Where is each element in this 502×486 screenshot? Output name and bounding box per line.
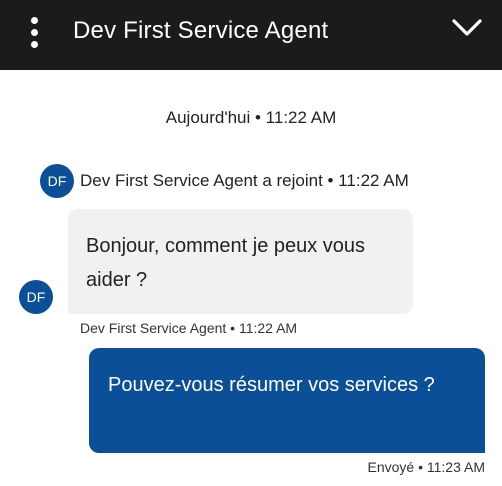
avatar: DF — [40, 164, 74, 198]
ellipsis-dot — [30, 28, 38, 36]
ellipsis-dot — [30, 40, 38, 48]
chevron-down-icon — [452, 19, 482, 36]
chat-header: Dev First Service Agent — [0, 0, 502, 70]
agent-message-meta: Dev First Service Agent • 11:22 AM — [80, 320, 298, 336]
chat-title: Dev First Service Agent — [73, 17, 329, 44]
date-divider: Aujourd'hui • 11:22 AM — [165, 108, 337, 127]
vertical-ellipsis-icon — [30, 16, 38, 24]
agent-joined-notice: Dev First Service Agent a rejoint • 11:2… — [80, 171, 409, 190]
menu-button[interactable] — [22, 14, 46, 50]
avatar: DF — [19, 280, 53, 314]
user-message-meta: Envoyé • 11:23 AM — [367, 459, 486, 475]
user-message-text: Pouvez-vous résumer vos services ? — [108, 374, 435, 396]
user-message-bubble: Pouvez-vous résumer vos services ? — [89, 348, 485, 453]
minimize-button[interactable] — [450, 15, 484, 41]
agent-message-bubble: Bonjour, comment je peux vous aider ? — [68, 209, 413, 314]
agent-message-text: Bonjour, comment je peux vous aider ? — [86, 235, 366, 291]
